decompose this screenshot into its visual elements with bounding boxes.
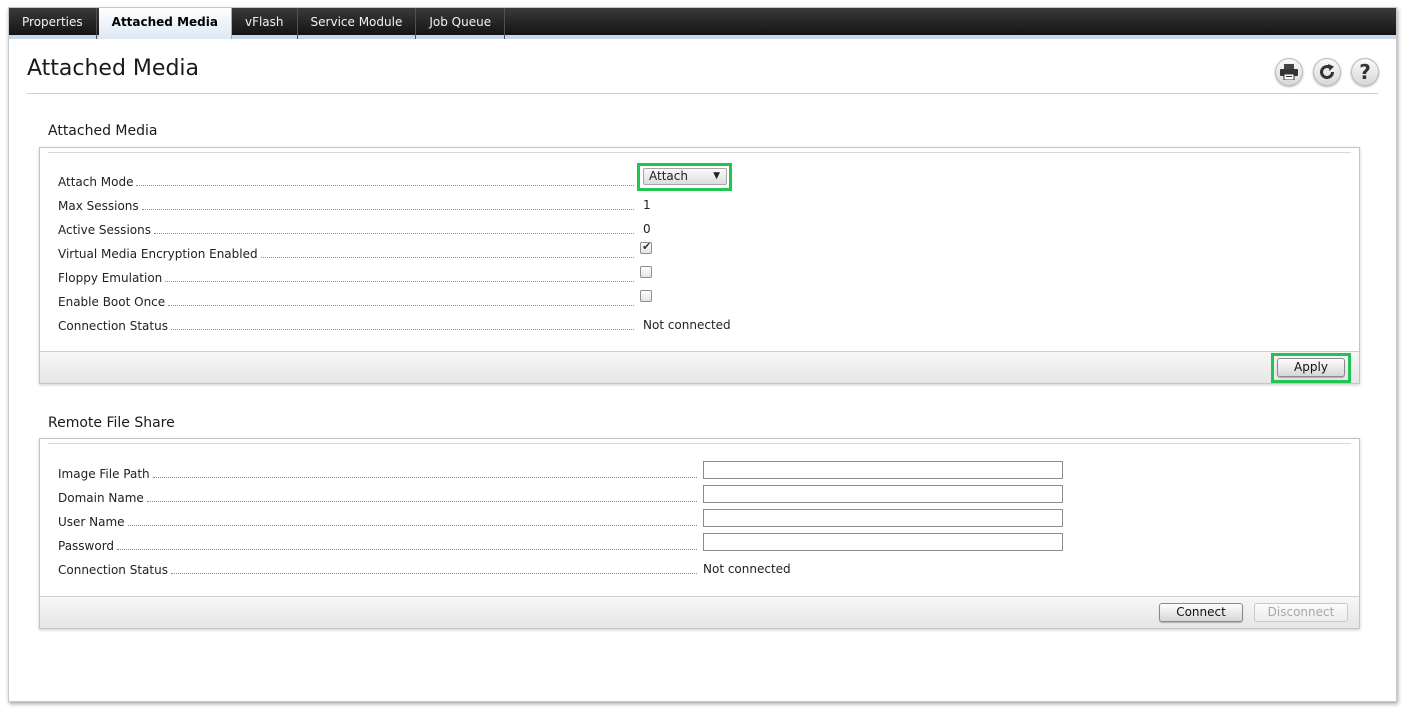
password-row: Password <box>58 535 697 553</box>
remote-file-share-panel: Image File Path Domain Name User Name Pa… <box>39 438 1360 629</box>
tab-attached-media[interactable]: Attached Media <box>98 8 232 39</box>
active-sessions-label: Active Sessions <box>58 223 151 237</box>
main-window: Properties Attached Media vFlash Service… <box>8 7 1397 702</box>
user-name-input[interactable] <box>703 509 1063 527</box>
apply-button[interactable]: Apply <box>1277 358 1345 377</box>
encryption-row: Virtual Media Encryption Enabled <box>58 243 634 261</box>
attached-media-section-title: Attached Media <box>48 123 158 139</box>
connection-status-row: Connection Status <box>58 315 634 333</box>
attached-media-footer: Apply <box>40 351 1359 383</box>
max-sessions-value: 1 <box>643 198 651 212</box>
remote-file-share-section-title: Remote File Share <box>48 415 175 431</box>
dropdown-arrow-icon: ▼ <box>713 171 720 181</box>
floppy-emulation-label: Floppy Emulation <box>58 271 163 285</box>
domain-name-input[interactable] <box>703 485 1063 503</box>
attach-mode-row: Attach Mode <box>58 171 634 189</box>
help-button[interactable]: ? <box>1351 58 1379 86</box>
checkmark-icon: ✔ <box>642 240 652 253</box>
floppy-emulation-checkbox[interactable] <box>640 266 652 278</box>
boot-once-checkbox[interactable] <box>640 290 652 302</box>
print-button[interactable] <box>1275 58 1303 86</box>
share-connection-status-label: Connection Status <box>58 563 168 577</box>
page-title: Attached Media <box>27 56 200 81</box>
active-sessions-row: Active Sessions <box>58 219 634 237</box>
attach-mode-select[interactable]: Attach ▼ <box>643 168 727 185</box>
tab-job-queue[interactable]: Job Queue <box>416 8 506 39</box>
refresh-button[interactable] <box>1313 58 1341 86</box>
encryption-checkbox[interactable]: ✔ <box>640 240 652 254</box>
image-path-label: Image File Path <box>58 467 150 481</box>
image-path-input[interactable] <box>703 461 1063 479</box>
floppy-emulation-row: Floppy Emulation <box>58 267 634 285</box>
user-name-label: User Name <box>58 515 125 529</box>
image-path-row: Image File Path <box>58 463 697 481</box>
boot-once-label: Enable Boot Once <box>58 295 166 309</box>
title-divider <box>27 93 1378 94</box>
domain-name-row: Domain Name <box>58 487 697 505</box>
attach-mode-label: Attach Mode <box>58 175 134 189</box>
print-icon <box>1280 64 1298 80</box>
tab-service-module[interactable]: Service Module <box>298 8 417 39</box>
connection-status-value: Not connected <box>643 318 731 332</box>
tab-properties[interactable]: Properties <box>9 8 97 39</box>
connect-button[interactable]: Connect <box>1159 603 1243 622</box>
share-connection-status-row: Connection Status <box>58 559 697 577</box>
max-sessions-label: Max Sessions <box>58 199 139 213</box>
user-name-row: User Name <box>58 511 697 529</box>
share-connection-status-value: Not connected <box>703 562 791 576</box>
svg-text:?: ? <box>1359 62 1371 82</box>
tab-bar: Properties Attached Media vFlash Service… <box>9 8 1396 39</box>
password-input[interactable] <box>703 533 1063 551</box>
encryption-label: Virtual Media Encryption Enabled <box>58 247 258 261</box>
remote-file-share-footer: Connect Disconnect <box>40 596 1359 628</box>
domain-name-label: Domain Name <box>58 491 144 505</box>
connection-status-label: Connection Status <box>58 319 168 333</box>
boot-once-row: Enable Boot Once <box>58 291 634 309</box>
max-sessions-row: Max Sessions <box>58 195 634 213</box>
refresh-icon <box>1320 64 1335 80</box>
help-icon: ? <box>1359 62 1371 82</box>
active-sessions-value: 0 <box>643 222 651 236</box>
tab-vflash[interactable]: vFlash <box>232 8 298 39</box>
attached-media-panel: Attach Mode Attach ▼ Max Sessions 1 Acti… <box>39 147 1360 384</box>
attach-mode-value: Attach <box>649 169 688 183</box>
disconnect-button[interactable]: Disconnect <box>1254 603 1348 622</box>
password-label: Password <box>58 539 115 553</box>
